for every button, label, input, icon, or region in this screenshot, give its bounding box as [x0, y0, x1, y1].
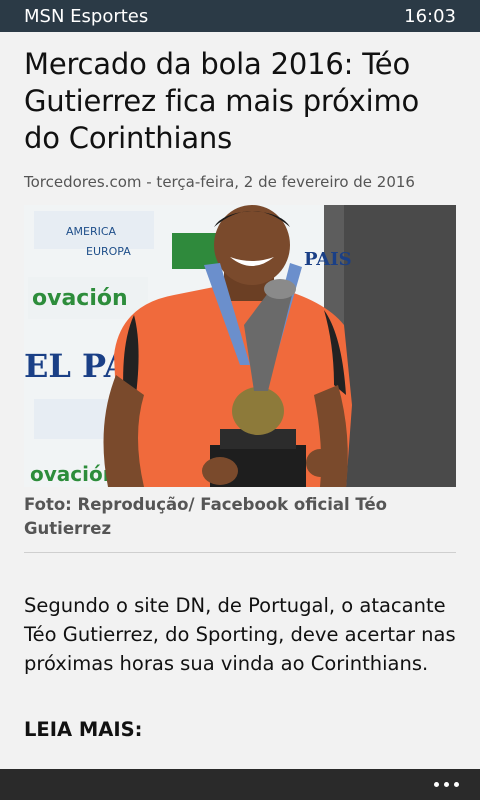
article-content: Mercado da bola 2016: Téo Gutierrez fica… [24, 32, 456, 741]
backdrop-text-ovacion-2: ovación [30, 462, 117, 486]
more-dot [433, 782, 439, 787]
backdrop-text-europa: EUROPA [86, 245, 131, 258]
backdrop-text-ovacion: ovación [32, 286, 128, 311]
more-dot [443, 782, 449, 787]
article-source: Torcedores.com - terça-feira, 2 de fever… [24, 173, 415, 191]
status-bar: MSN Esportes 16:03 [0, 0, 480, 32]
player-photo-illustration: AMERICA EUROPA ovación EL PA ovación PAI… [24, 205, 456, 487]
clock: 16:03 [404, 5, 456, 27]
app-name: MSN Esportes [24, 5, 149, 27]
article-photo[interactable]: AMERICA EUROPA ovación EL PA ovación PAI… [24, 205, 456, 487]
article-paragraph: Segundo o site DN, de Portugal, o atacan… [24, 594, 456, 675]
article-title: Mercado da bola 2016: Téo Gutierrez fica… [24, 47, 420, 155]
backdrop-text-america: AMERICA [66, 225, 117, 238]
leia-mais-heading: LEIA MAIS: [24, 718, 143, 741]
divider [24, 552, 456, 553]
app-bar [0, 769, 480, 800]
more-dot [453, 782, 459, 787]
backdrop-text-elpais: EL PA [24, 347, 130, 385]
backdrop-text-pais: PAIS [304, 249, 352, 270]
ellipsis-icon[interactable] [426, 769, 466, 800]
photo-caption: Foto: Reprodução/ Facebook oficial Téo G… [24, 495, 387, 538]
